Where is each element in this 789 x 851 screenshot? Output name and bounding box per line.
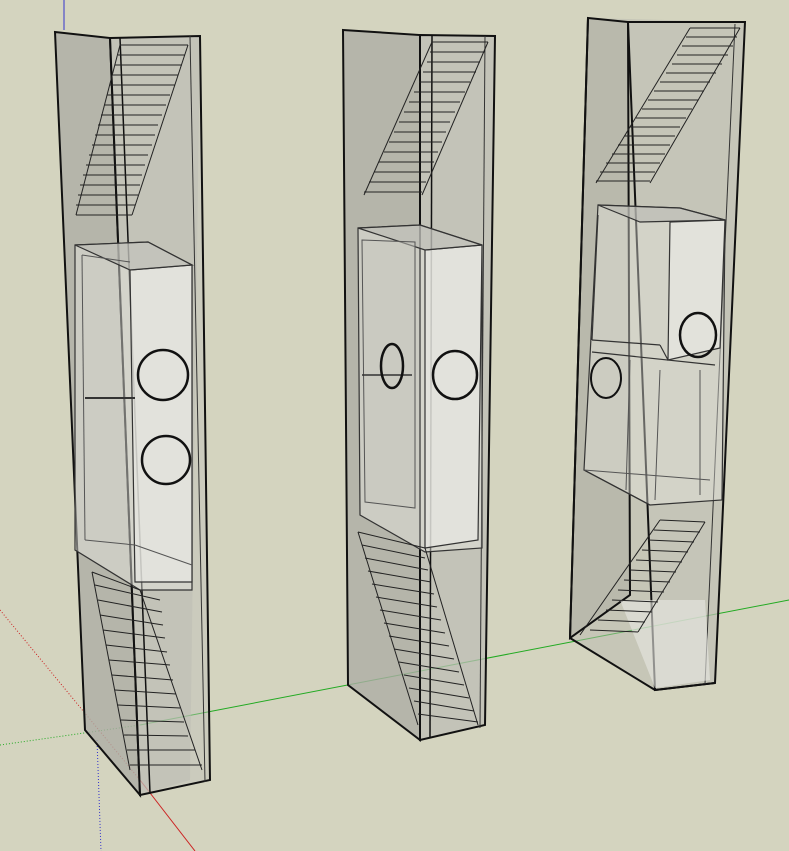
stair-tower-1[interactable]	[53, 30, 212, 798]
stair-tower-3[interactable]	[568, 16, 747, 692]
elevator-box	[583, 204, 726, 506]
modeling-viewport[interactable]	[0, 0, 789, 851]
elevator-box	[74, 241, 195, 591]
stair-tower-2[interactable]	[341, 28, 497, 743]
3d-scene[interactable]	[0, 0, 789, 851]
elevator-box	[357, 224, 483, 553]
blue-axis-dotted	[96, 739, 102, 851]
